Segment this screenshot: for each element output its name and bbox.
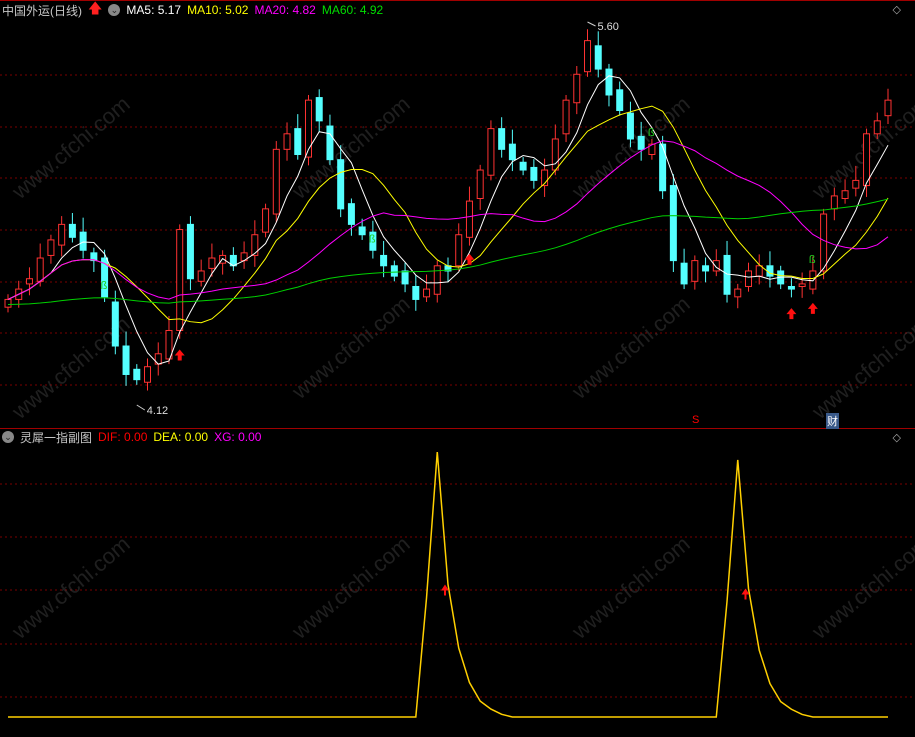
candle-body [562,99,570,135]
candle-body [79,231,87,251]
candle-body [787,285,795,290]
watermark-text: www.cfchi.com [806,531,915,644]
ma10-line [7,105,889,324]
candle-body [691,260,699,282]
candle-body [337,159,345,210]
chart-canvas: www.cfchi.com www.cfchi.com www.cfchi.com w… [0,21,915,718]
candle-body [734,288,742,298]
candle-body [401,270,409,285]
candle-body [830,195,838,210]
candle-body [744,270,752,287]
candle-body [347,203,355,225]
candle-body [680,262,688,285]
candle-body [616,89,624,112]
candle-body [465,200,473,238]
candle-body [380,254,388,267]
candle-body [283,133,291,150]
candle-body [133,368,141,381]
candle-body [873,120,881,135]
candle-body [4,298,12,308]
candle-body [326,125,334,161]
candle-body [637,135,645,150]
buy-arrow-icon [174,349,185,361]
candle-body [584,40,592,73]
stock-chart-window: 中国外运(日线) 🡅 ⌄ MA5: 5.17 MA10: 5.02 MA20: … [0,0,915,737]
candle-body [412,285,420,300]
signal-icon: ß [101,280,108,292]
candle-body [605,68,613,96]
candle-body [594,45,602,70]
candle-body [766,265,774,277]
candle-body [111,301,119,347]
candle-body [36,257,44,282]
candle-body [626,112,634,140]
watermark-text: www.cfchi.com [286,531,414,644]
watermark-text: www.cfchi.com [806,91,915,204]
candle-body [712,260,720,272]
candle-body [669,185,677,262]
candle-body [47,239,55,256]
candle-body [315,97,323,122]
watermark-text: www.cfchi.com [806,311,915,424]
candle-body [508,143,516,161]
watermark-text: www.cfchi.com [6,531,134,644]
candle-body [841,190,849,199]
candle-body [476,169,484,199]
watermark-text: www.cfchi.com [286,291,414,404]
candle-body [186,223,194,280]
candle-body [58,223,66,246]
candle-body [455,234,463,267]
high-pointer [587,21,596,27]
candle-body [798,283,806,287]
candle-body [573,73,581,104]
candle-body [702,265,710,272]
candle-body [262,208,270,233]
candle-body [551,138,559,171]
candle-body [884,99,892,117]
signal-icon: ß [809,254,816,266]
candle-body [530,166,538,181]
candle-body [809,270,817,290]
signal-icon: ß [648,127,655,139]
candle-body [197,270,205,282]
candle-body [122,345,130,375]
candle-body [251,234,259,256]
candle-body [852,179,860,189]
candle-body [272,148,280,215]
watermark-text: www.cfchi.com [6,91,134,204]
candle-body [25,278,33,285]
candle-body [176,229,184,331]
buy-arrow-icon [786,308,797,320]
candle-body [144,366,152,383]
candle-body [294,128,302,156]
candle-body [208,257,216,269]
candle-body [498,128,506,150]
candle-body [68,223,76,238]
xg-line [8,451,888,718]
candle-body [755,265,763,277]
watermark-text: www.cfchi.com [566,531,694,644]
buy-arrow-icon [464,253,475,265]
ma5-line [7,75,889,365]
signal-icon: ß [369,233,376,245]
candle-body [519,161,527,171]
candle-body [723,254,731,295]
high-price-label: 5.60 [598,21,619,33]
candle-body [423,288,431,298]
candle-body [433,265,441,295]
candle-body [863,133,871,187]
candle-body [487,128,495,176]
watermark-text: www.cfchi.com [566,291,694,404]
candle-body [390,265,398,277]
candle-body [358,226,366,236]
candle-body [820,213,828,272]
buy-arrow-icon [807,302,818,314]
low-price-label: 4.12 [147,405,168,417]
low-pointer [136,404,146,411]
